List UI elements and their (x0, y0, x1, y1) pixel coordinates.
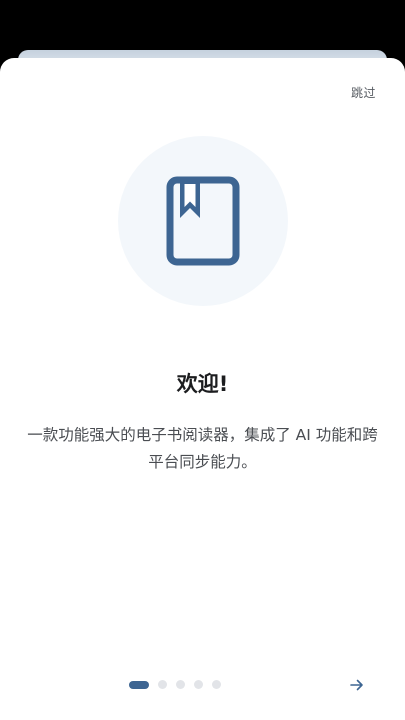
page-dot-4[interactable] (194, 680, 203, 689)
page-dot-5[interactable] (212, 680, 221, 689)
page-indicator (129, 680, 221, 689)
onboarding-sheet: 跳过 欢迎! 一款功能强大的电子书阅读器，集成了 AI 功能和跨平台同步能力。 (0, 58, 405, 720)
bookmark-book-icon (166, 176, 240, 266)
hero-illustration (118, 136, 288, 306)
page-dot-1-active[interactable] (129, 680, 149, 689)
arrow-right-icon (350, 679, 363, 691)
skip-button[interactable]: 跳过 (351, 84, 376, 101)
page-dot-3[interactable] (176, 680, 185, 689)
welcome-title: 欢迎! (176, 372, 229, 396)
page-dot-2[interactable] (158, 680, 167, 689)
welcome-description: 一款功能强大的电子书阅读器，集成了 AI 功能和跨平台同步能力。 (27, 426, 378, 471)
next-button[interactable] (346, 675, 368, 695)
onboarding-screen: 跳过 欢迎! 一款功能强大的电子书阅读器，集成了 AI 功能和跨平台同步能力。 (0, 0, 405, 720)
